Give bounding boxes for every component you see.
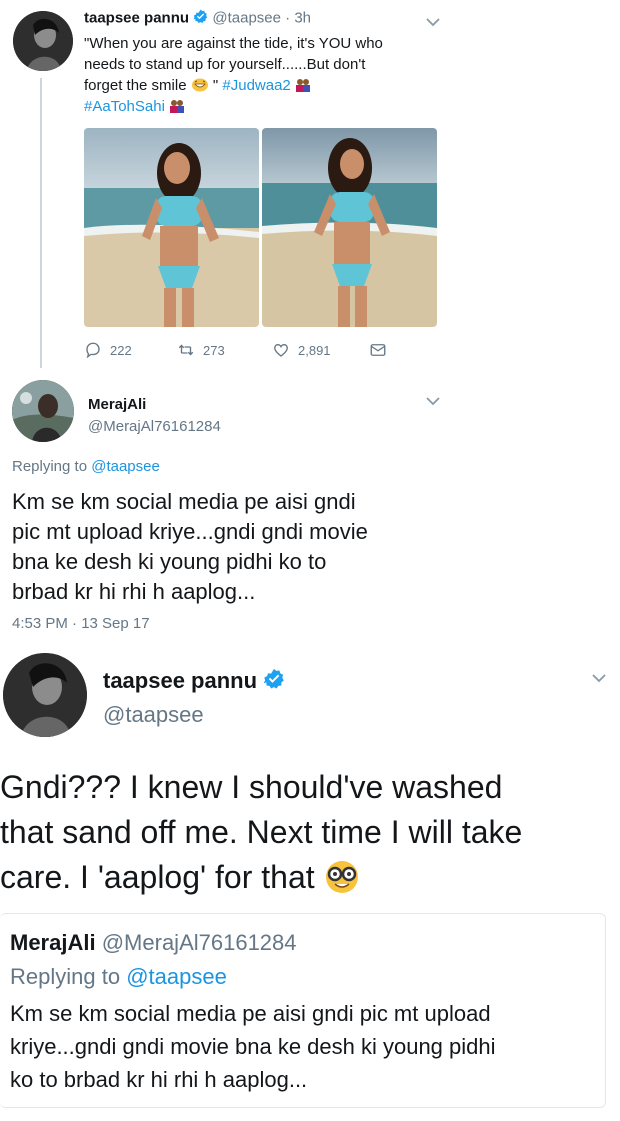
verified-badge-icon	[263, 668, 285, 696]
chevron-down-icon[interactable]	[590, 672, 608, 684]
tweet-text-line: forget the smile " #Judwaa2	[84, 75, 383, 96]
mention-link[interactable]: @taapsee	[91, 458, 160, 475]
avatar[interactable]	[3, 653, 87, 737]
tweet-text-line: that sand off me. Next time I will take	[0, 814, 523, 850]
hashtag-link[interactable]: #Judwaa2	[222, 77, 290, 94]
author-name[interactable]: taapsee pannu	[84, 9, 189, 26]
reply-text-line: pic mt upload kriye...gndi gndi movie	[12, 519, 368, 544]
author-handle[interactable]: @MerajAl76161284	[102, 930, 297, 955]
tweet-header: taapsee pannu	[103, 668, 285, 696]
retweet-count: 273	[203, 342, 225, 358]
tweet-text-line: #AaTohSahi	[84, 96, 383, 117]
quoted-tweet-text: Km se km social media pe aisi gndi pic m…	[10, 997, 496, 1096]
quoted-text-line: kriye...gndi gndi movie bna ke desh ki y…	[10, 1034, 496, 1059]
people-emoji-icon	[169, 98, 185, 113]
reply-count: 222	[110, 342, 132, 358]
avatar[interactable]	[12, 380, 74, 442]
tweet-text-span: "	[212, 77, 219, 94]
tweet-text: Gndi??? I knew I should've washed that s…	[0, 765, 522, 900]
replying-to: Replying to @taapsee	[10, 964, 227, 990]
tweet-time[interactable]: · 3h	[285, 9, 311, 26]
reply-icon	[86, 342, 100, 359]
verified-badge-icon	[193, 9, 208, 28]
like-button[interactable]: 2,891	[272, 341, 331, 359]
envelope-icon	[370, 344, 386, 356]
tweet-photo[interactable]	[262, 128, 437, 327]
reply-text-line: bna ke desh ki young pidhi ko to	[12, 549, 327, 574]
people-emoji-icon	[295, 77, 311, 92]
thread-line	[40, 78, 42, 368]
chevron-down-icon[interactable]	[424, 16, 442, 28]
nerd-face-emoji-icon	[324, 860, 360, 894]
tweet-text: "When you are against the tide, it's YOU…	[84, 33, 383, 117]
tweet-text-span: forget the smile	[84, 77, 187, 94]
author-name[interactable]: MerajAli	[88, 396, 146, 413]
reply-text: Km se km social media pe aisi gndi pic m…	[12, 487, 368, 607]
chevron-down-icon[interactable]	[424, 395, 442, 407]
avatar[interactable]	[13, 11, 73, 71]
reply-button[interactable]: 222	[84, 341, 132, 359]
tweet-timestamp[interactable]: 4:53 PM · 13 Sep 17	[12, 615, 150, 632]
tweet-text-line: Gndi??? I knew I should've washed	[0, 769, 503, 805]
retweet-icon	[178, 344, 194, 356]
reply-text-line: brbad kr hi rhi h aaplog...	[12, 579, 256, 604]
replying-to-label: Replying to	[12, 458, 92, 475]
tweet-text-line: needs to stand up for yourself......But …	[84, 56, 366, 73]
replying-to-label: Replying to	[10, 964, 127, 989]
quoted-text-line: Km se km social media pe aisi gndi pic m…	[10, 1001, 491, 1026]
replying-to: Replying to @taapsee	[12, 458, 160, 475]
tweet-text-line: "When you are against the tide, it's YOU…	[84, 35, 383, 52]
quoted-text-line: ko to brbad kr hi rhi h aaplog...	[10, 1067, 308, 1092]
message-button[interactable]	[369, 341, 387, 359]
reply-text-line: Km se km social media pe aisi gndi	[12, 489, 356, 514]
heart-icon	[274, 343, 288, 357]
tweet-text-span: care. I 'aaplog' for that	[0, 859, 315, 895]
tweet-text-line: care. I 'aaplog' for that	[0, 855, 522, 900]
like-count: 2,891	[298, 342, 331, 358]
retweet-button[interactable]: 273	[177, 341, 225, 359]
author-name[interactable]: taapsee pannu	[103, 668, 257, 693]
tweet-header: taapsee pannu @taapsee · 3h	[84, 9, 311, 28]
author-handle[interactable]: @taapsee	[103, 702, 204, 728]
quoted-tweet-header: MerajAli @MerajAl76161284	[10, 930, 297, 956]
author-handle[interactable]: @taapsee	[212, 9, 281, 26]
hashtag-link[interactable]: #AaTohSahi	[84, 98, 165, 115]
grinning-emoji-icon	[191, 77, 209, 92]
tweet-photo[interactable]	[84, 128, 259, 327]
author-name[interactable]: MerajAli	[10, 930, 96, 955]
mention-link[interactable]: @taapsee	[126, 964, 227, 989]
author-handle[interactable]: @MerajAl76161284	[88, 418, 221, 435]
